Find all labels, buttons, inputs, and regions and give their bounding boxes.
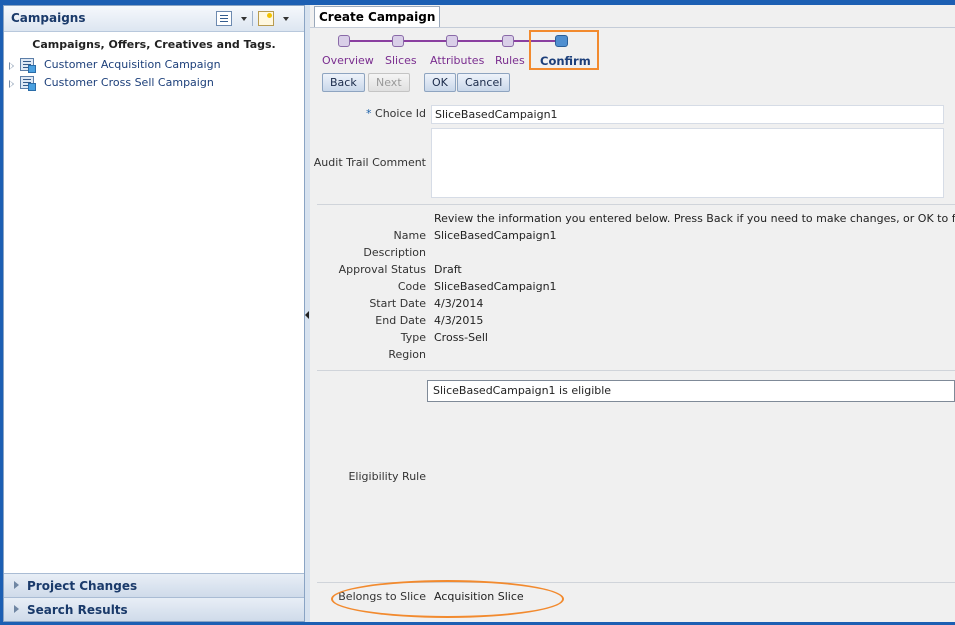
new-item-dropdown-icon[interactable] [283, 17, 289, 21]
train-label-attributes[interactable]: Attributes [430, 54, 484, 67]
eligibility-rule-box[interactable]: SliceBasedCampaign1 is eligible [427, 380, 955, 402]
eligibility-rule-label: Eligibility Rule [348, 470, 426, 483]
cancel-button[interactable]: Cancel [457, 73, 511, 92]
end-date-label: End Date [375, 314, 426, 327]
code-value: SliceBasedCampaign1 [434, 280, 557, 293]
confirm-step-highlight [529, 30, 599, 70]
campaign-icon [20, 58, 36, 73]
campaigns-panel-header: Campaigns [4, 6, 304, 32]
train-label-slices[interactable]: Slices [385, 54, 417, 67]
approval-status-value: Draft [434, 263, 462, 276]
audit-trail-label: Audit Trail Comment [313, 156, 426, 169]
campaign-icon [20, 76, 36, 91]
tree-item-customer-acquisition[interactable]: Customer Acquisition Campaign [8, 58, 298, 74]
create-campaign-body: Overview Slices Attributes Rules Confirm… [310, 27, 955, 622]
audit-trail-textarea[interactable] [431, 128, 944, 198]
expand-icon[interactable] [14, 581, 19, 589]
campaigns-panel: Campaigns Campaigns, Offers, Creatives a… [3, 5, 305, 622]
choice-id-label-text: Choice Id [375, 107, 426, 120]
tree-heading: Campaigns, Offers, Creatives and Tags. [32, 38, 276, 51]
type-value: Cross-Sell [434, 331, 488, 344]
name-value: SliceBasedCampaign1 [434, 229, 557, 242]
name-label: Name [393, 229, 426, 242]
create-campaign-panel: Create Campaign Overview Slices Attribut… [310, 5, 955, 622]
tree-item-label[interactable]: Customer Acquisition Campaign [44, 58, 221, 71]
train-label-overview[interactable]: Overview [322, 54, 374, 67]
expand-icon[interactable] [14, 605, 19, 613]
new-item-icon[interactable] [258, 11, 274, 26]
region-label: Region [388, 348, 426, 361]
tab-create-campaign[interactable]: Create Campaign [314, 6, 441, 28]
train-stop-attributes[interactable] [446, 35, 458, 47]
required-marker: * [366, 107, 372, 120]
expand-icon[interactable] [9, 80, 14, 88]
ok-button[interactable]: OK [424, 73, 456, 92]
train-stop-rules[interactable] [502, 35, 514, 47]
next-button[interactable]: Next [368, 73, 410, 92]
section-divider [317, 370, 955, 371]
train-label-rules[interactable]: Rules [495, 54, 525, 67]
tree-item-label[interactable]: Customer Cross Sell Campaign [44, 76, 214, 89]
type-label: Type [400, 331, 426, 344]
panel-title: Campaigns [11, 11, 86, 25]
review-instruction: Review the information you entered below… [434, 212, 955, 225]
view-menu-icon[interactable] [216, 11, 232, 26]
end-date-value: 4/3/2015 [434, 314, 484, 327]
tree-item-customer-cross-sell[interactable]: Customer Cross Sell Campaign [8, 76, 298, 92]
description-label: Description [363, 246, 426, 259]
section-divider [317, 204, 955, 205]
view-dropdown-icon[interactable] [241, 17, 247, 21]
toolbar-divider [252, 11, 253, 26]
start-date-label: Start Date [369, 297, 426, 310]
choice-id-field[interactable]: SliceBasedCampaign1 [431, 105, 944, 124]
start-date-value: 4/3/2014 [434, 297, 484, 310]
accordion-label[interactable]: Search Results [27, 603, 128, 617]
back-button[interactable]: Back [322, 73, 365, 92]
train-stop-slices[interactable] [392, 35, 404, 47]
code-label: Code [397, 280, 426, 293]
accordion-project-changes[interactable]: Project Changes [4, 573, 304, 597]
train-stop-overview[interactable] [338, 35, 350, 47]
accordion-label[interactable]: Project Changes [27, 579, 137, 593]
expand-icon[interactable] [9, 62, 14, 70]
choice-id-label: * Choice Id [286, 107, 426, 120]
accordion-search-results[interactable]: Search Results [4, 597, 304, 621]
slice-highlight-ellipse [331, 580, 564, 618]
approval-status-label: Approval Status [338, 263, 426, 276]
